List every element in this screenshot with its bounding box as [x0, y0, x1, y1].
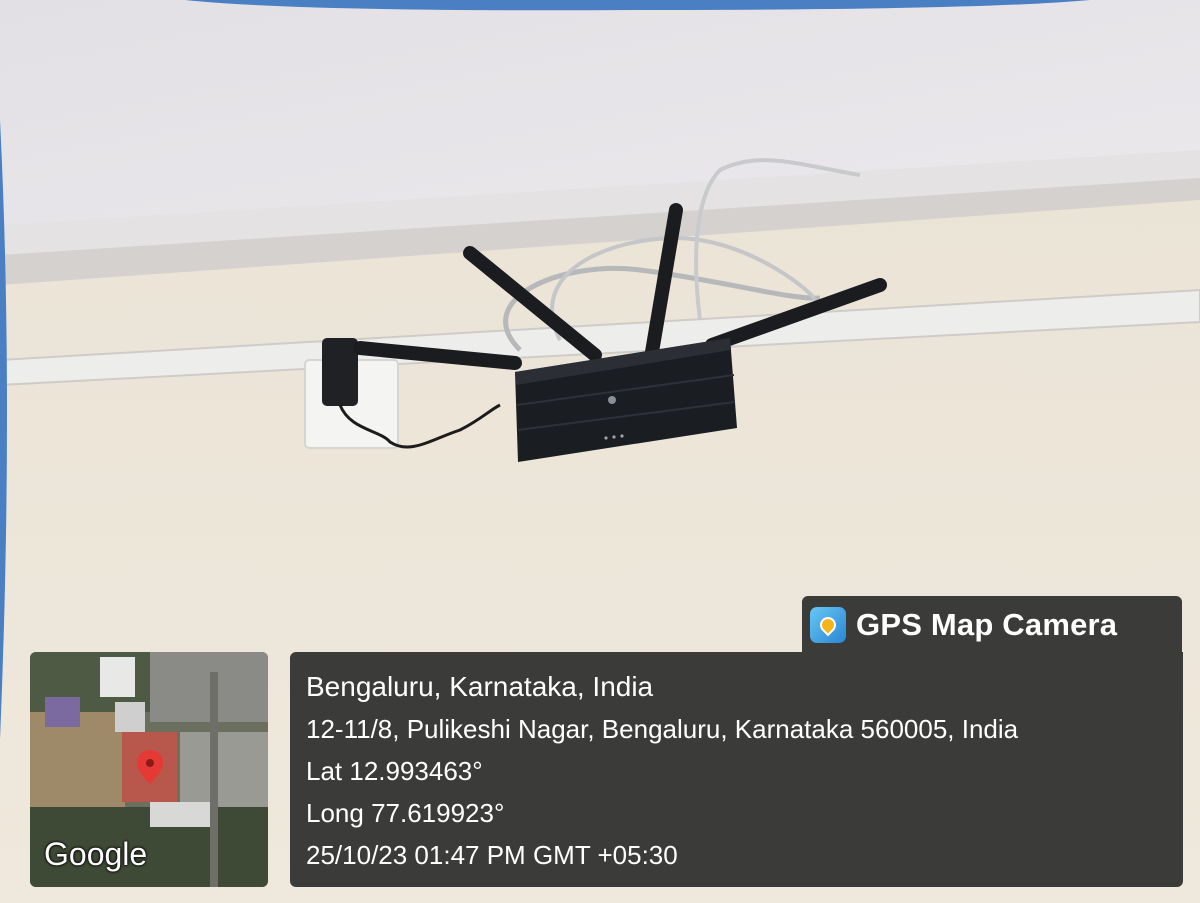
app-name: GPS Map Camera [856, 607, 1118, 642]
longitude-text: Long 77.619923° [306, 798, 505, 828]
app-badge: GPS Map Camera [802, 596, 1182, 654]
satellite-minimap: Google [30, 652, 268, 887]
place-name: Bengaluru, Karnataka, India [306, 671, 654, 702]
router-logo [608, 396, 616, 404]
street-address: 12-11/8, Pulikeshi Nagar, Bengaluru, Kar… [306, 714, 1019, 744]
google-map-credit: Google [44, 836, 148, 872]
timestamp-text: 25/10/23 01:47 PM GMT +05:30 [306, 840, 678, 870]
gps-map-camera-app-icon [810, 607, 846, 643]
power-adapter [322, 338, 358, 406]
location-info-panel: Bengaluru, Karnataka, India 12-11/8, Pul… [290, 652, 1183, 887]
latitude-text: Lat 12.993463° [306, 756, 483, 786]
photo-stage: Google GPS Map Camera Bengaluru, Karnata… [0, 0, 1200, 903]
